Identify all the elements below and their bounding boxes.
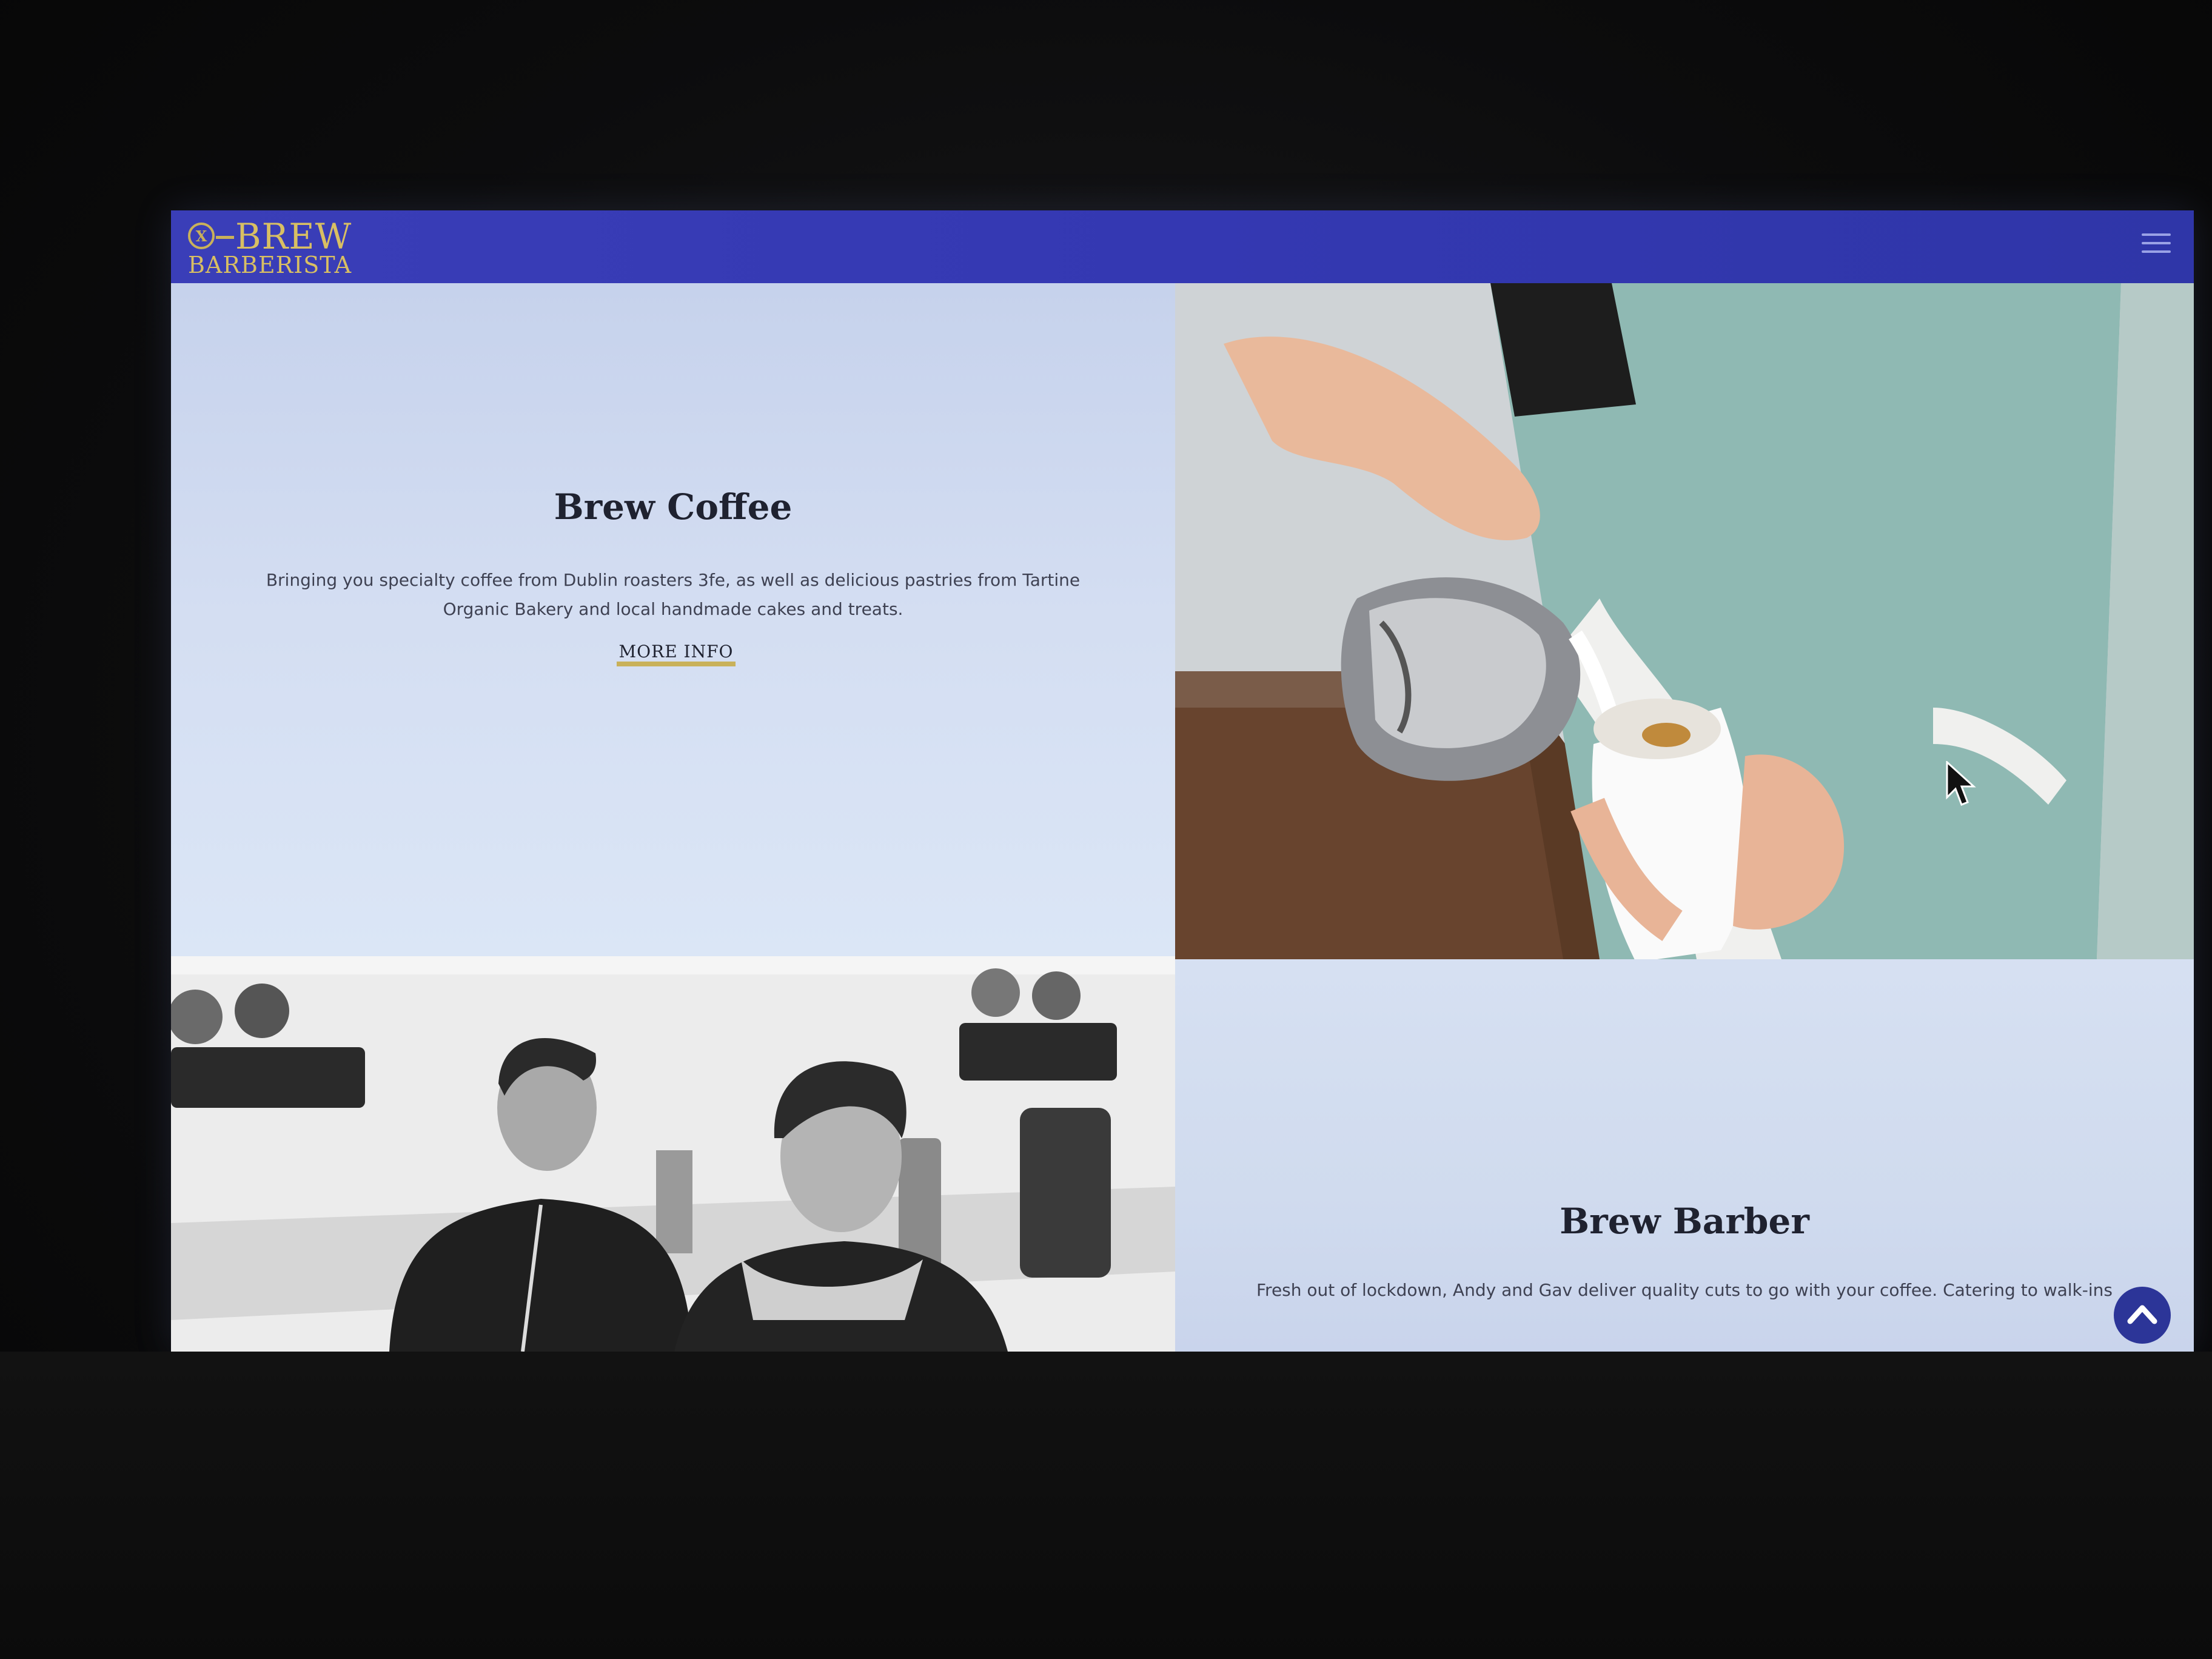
logo-dash [216,236,234,239]
coffee-heading: Brew Coffee [554,486,793,528]
more-info-button[interactable]: MORE INFO [617,641,736,666]
barber-heading: Brew Barber [1560,1201,1809,1242]
brand-logo[interactable]: X BREW BARBERISTA [188,216,364,278]
browser-viewport: X BREW BARBERISTA Brew Coffee Bringing y… [171,210,2194,1352]
logo-emblem-icon: X [188,223,215,249]
mouse-cursor-icon [1946,761,1976,806]
chevron-up-icon [2127,1305,2157,1324]
logo-subtext: BARBERISTA [188,252,352,278]
hamburger-menu-icon[interactable] [2142,233,2171,260]
latte-pour-photo [1175,283,2194,959]
brew-coffee-panel: Brew Coffee Bringing you specialty coffe… [171,283,1175,956]
coffee-description: Bringing you specialty coffee from Dubli… [266,570,1081,619]
barber-description: Fresh out of lockdown, Andy and Gav deli… [1256,1280,2113,1300]
barbers-photo [171,956,1175,1352]
site-navbar: X BREW BARBERISTA [171,210,2194,283]
scroll-to-top-button[interactable] [2114,1287,2171,1344]
desk-surface [0,1352,2212,1659]
brew-barber-panel: Brew Barber Fresh out of lockdown, Andy … [1175,959,2194,1352]
